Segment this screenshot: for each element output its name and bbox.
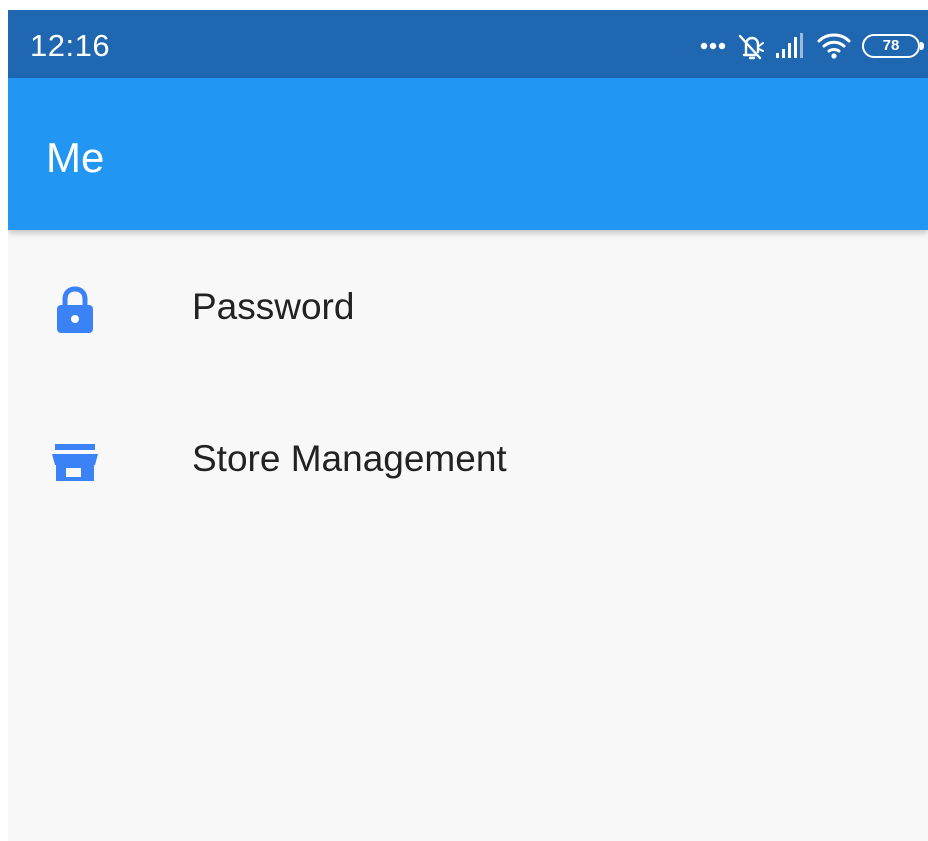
- phone-screen: 12:16 78 Me Password Store Management: [8, 10, 928, 841]
- settings-list: Password Store Management: [8, 230, 928, 841]
- store-management-list-item[interactable]: Store Management: [8, 384, 928, 538]
- alarm-off-icon: [736, 31, 764, 61]
- status-icons: 78: [700, 31, 924, 61]
- store-icon: [50, 437, 100, 487]
- cellular-signal-icon: [774, 32, 806, 60]
- page-title: Me: [46, 134, 105, 181]
- battery-level: 78: [882, 37, 900, 54]
- store-management-label: Store Management: [192, 438, 507, 479]
- battery-icon: 78: [862, 34, 924, 58]
- status-bar: 12:16 78: [8, 10, 928, 78]
- password-label: Password: [192, 286, 355, 327]
- status-time: 12:16: [30, 28, 111, 63]
- app-bar: Me: [8, 78, 928, 230]
- wifi-icon: [816, 31, 852, 61]
- more-dots-icon: [700, 41, 726, 51]
- lock-icon: [50, 285, 100, 335]
- password-list-item[interactable]: Password: [8, 230, 928, 384]
